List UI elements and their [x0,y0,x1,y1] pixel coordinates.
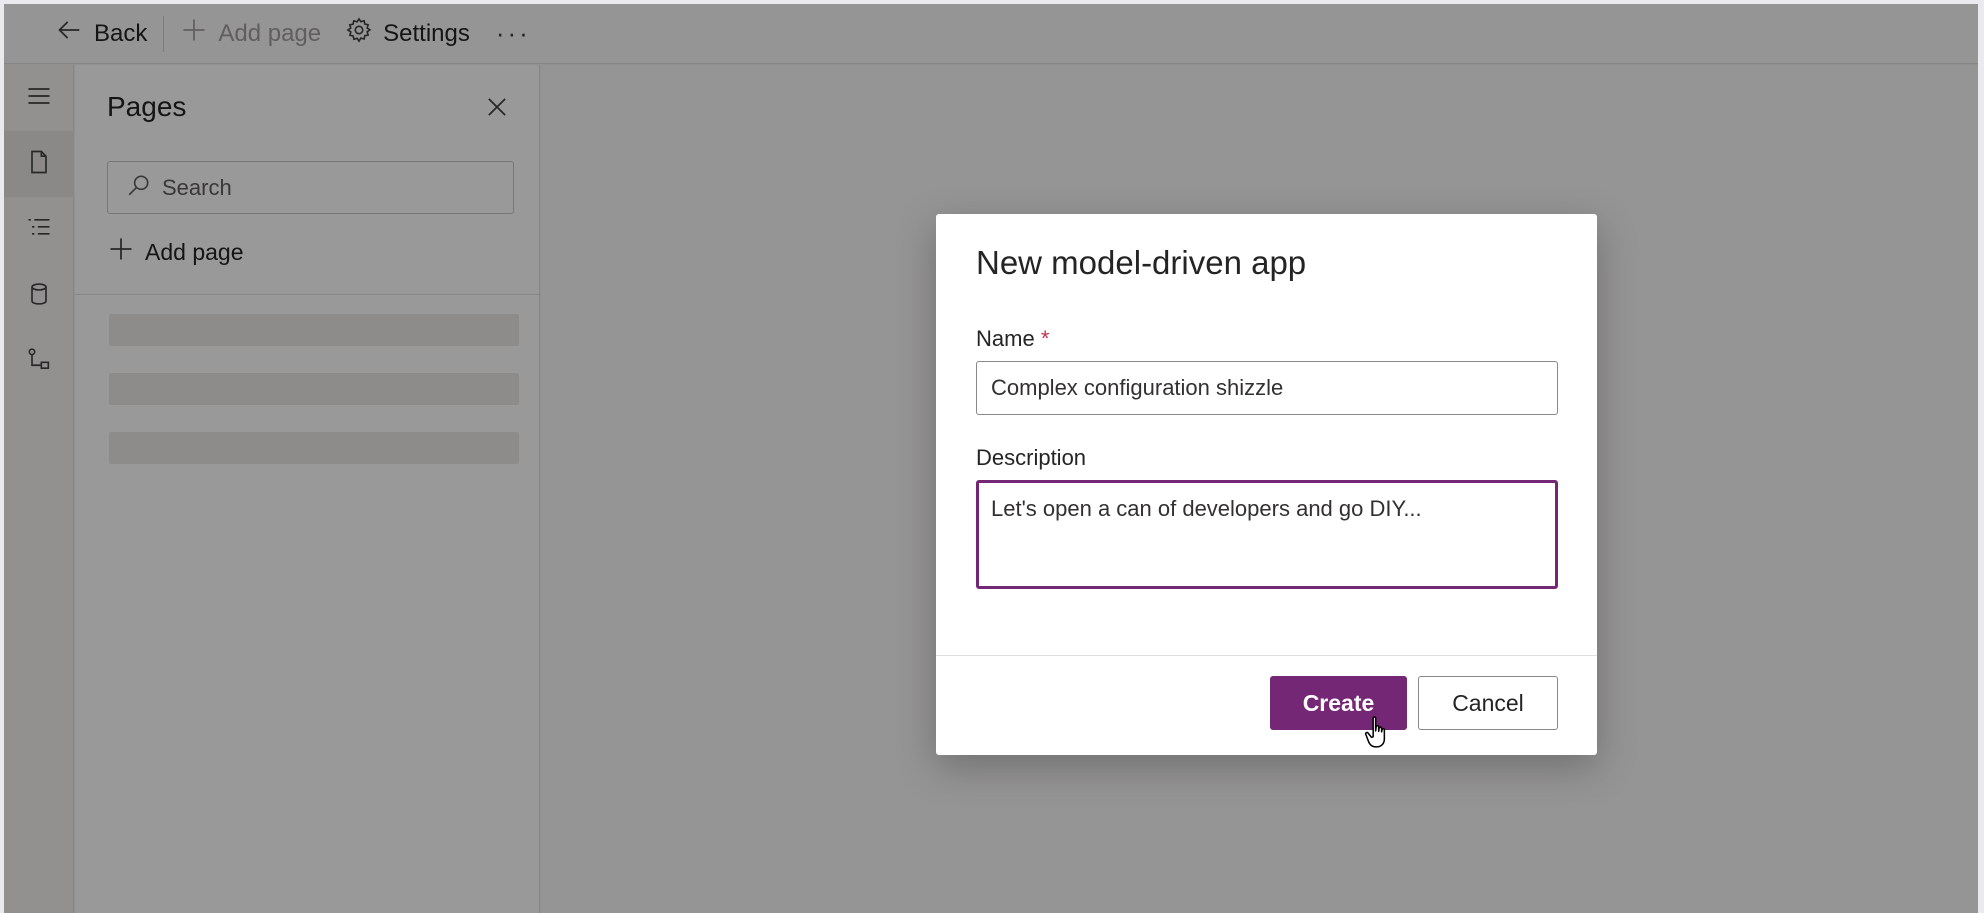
description-field[interactable]: Let's open a can of developers and go DI… [976,480,1558,589]
cancel-button[interactable]: Cancel [1418,676,1558,730]
dialog-title: New model-driven app [976,244,1307,281]
app-window: Back Add page Settings ··· Pages Search … [4,4,1978,913]
new-app-dialog: New model-driven app Name * Description … [936,214,1597,755]
name-field[interactable] [976,361,1558,415]
name-label: Name * [976,326,1049,352]
description-label: Description [976,445,1087,470]
hand-pointer-icon [1364,715,1392,751]
dialog-footer-divider [936,655,1597,656]
name-label-text: Name [976,326,1035,351]
required-marker: * [1040,326,1050,351]
